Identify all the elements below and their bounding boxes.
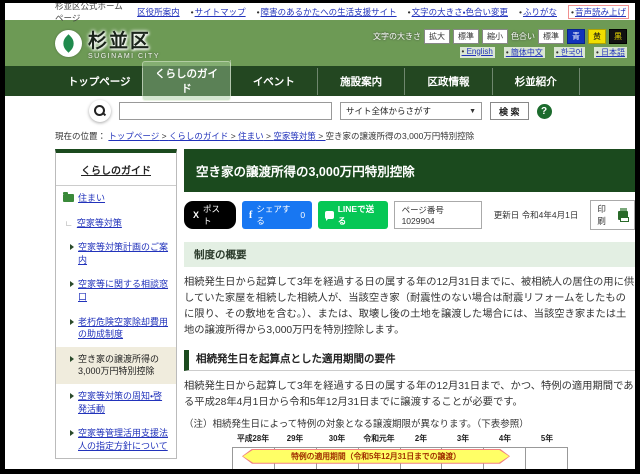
application-period-diagram: 平成28年 29年 30年 令和元年 2年 3年 4年 5年 特例の適用期間（令…: [232, 433, 568, 469]
search-icon[interactable]: [89, 100, 111, 122]
accessibility-controls: 文字の大きさ 拡大 標準 縮小 色合い 標準 青 黄 黒: [373, 28, 627, 44]
sidebar-item-demolition-subsidy[interactable]: 老朽危険空家除却費用の助成制度: [56, 310, 176, 347]
period-paragraph: 相続発生日から起算して3年を経過する日の属する年の12月31日まで、かつ、特例の…: [184, 380, 634, 408]
branch-icon: ∟: [65, 218, 73, 228]
support-site-link[interactable]: 障害のあるかたへの生活支援サイト: [257, 6, 397, 18]
breadcrumb-living-guide[interactable]: くらしのガイド: [169, 131, 238, 141]
lang-chinese-link[interactable]: 簡体中文: [503, 46, 545, 58]
hero-header: 杉並区 SUGINAMI CITY 文字の大きさ 拡大 標準 縮小 色合い 標準…: [5, 20, 635, 102]
lang-korean-link[interactable]: 한국어: [553, 46, 585, 58]
triangle-bullet-icon: [70, 281, 74, 288]
breadcrumb-top-page[interactable]: トップページ: [108, 131, 169, 141]
line-logo-icon: [325, 211, 334, 221]
sidebar-title[interactable]: くらしのガイド: [56, 153, 176, 186]
color-blue-button[interactable]: 青: [567, 28, 585, 44]
search-bar: サイト全体からさがす ▼ 検 索 ?: [5, 96, 635, 126]
font-enlarge-button[interactable]: 拡大: [424, 28, 450, 44]
line-share-button[interactable]: LINEで送る: [318, 201, 388, 229]
sidebar-item-support-corporation[interactable]: 空家等管理活用支援法人の指定方針について: [56, 421, 176, 458]
article-meta-row: X ポスト f シェアする 0 LINEで送る ページ番号1029904 更新日…: [184, 200, 635, 230]
triangle-bullet-icon: [70, 244, 74, 251]
sidebar-item-consultation[interactable]: 空家等に関する相談窓口: [56, 272, 176, 309]
sitemap-link[interactable]: サイトマップ: [191, 6, 246, 18]
lang-japanese-link[interactable]: 日本語: [593, 46, 627, 58]
chevron-down-icon: ▼: [469, 107, 476, 115]
search-help-icon[interactable]: ?: [536, 103, 552, 119]
facebook-share-count: 0: [300, 210, 306, 220]
furigana-link[interactable]: ふりがな: [519, 6, 557, 18]
font-size-label: 文字の大きさ: [373, 31, 421, 41]
overview-section-heading: 制度の概要: [184, 242, 635, 267]
color-standard-button[interactable]: 標準: [538, 28, 564, 44]
content-area: くらしのガイド 住まい ∟ 空家等対策 空家等対策計画のご案内 空家等に関する相…: [55, 149, 635, 469]
color-black-button[interactable]: 黒: [609, 28, 627, 44]
sidebar-item-capital-gains-deduction[interactable]: 空き家の譲渡所得の3,000万円特別控除: [56, 346, 176, 384]
nav-top-page[interactable]: トップページ: [55, 67, 144, 95]
page-title: 空き家の譲渡所得の3,000万円特別控除: [184, 149, 635, 192]
triangle-bullet-icon: [70, 318, 74, 325]
header-controls: 文字の大きさ 拡大 標準 縮小 色合い 標準 青 黄 黒 English 簡体中…: [373, 28, 627, 58]
breadcrumb: 現在の位置： トップページくらしのガイド住まい空家等対策空き家の譲渡所得の3,0…: [5, 126, 635, 145]
city-tagline: SUGINAMI CITY: [88, 53, 161, 60]
header-row: 杉並区 SUGINAMI CITY 文字の大きさ 拡大 標準 縮小 色合い 標準…: [5, 20, 635, 66]
color-label: 色合い: [511, 31, 535, 41]
nav-about-suginami[interactable]: 杉並紹介: [493, 67, 580, 95]
triangle-bullet-icon: [70, 355, 74, 362]
nav-facilities[interactable]: 施設案内: [318, 67, 406, 95]
note-paragraph: （注）相続発生日によって特例の対象となる譲渡期限が異なります。（下表参照）: [184, 418, 529, 430]
breadcrumb-prefix: 現在の位置：: [55, 131, 107, 141]
text-to-speech-link[interactable]: 音声読み上げ: [568, 4, 629, 19]
triangle-bullet-icon: [70, 430, 74, 437]
facebook-share-button[interactable]: f シェアする 0: [242, 201, 313, 229]
sidebar: くらしのガイド 住まい ∟ 空家等対策 空家等対策計画のご案内 空家等に関する相…: [55, 149, 177, 460]
print-button[interactable]: 印刷: [590, 200, 635, 230]
sidebar-item-housing[interactable]: 住まい: [56, 186, 176, 211]
font-shrink-button[interactable]: 縮小: [482, 28, 508, 44]
breadcrumb-current: 空き家の譲渡所得の3,000万円特別控除: [325, 131, 475, 141]
nav-events[interactable]: イベント: [231, 67, 318, 95]
main-article: 空き家の譲渡所得の3,000万円特別控除 X ポスト f シェアする 0 LIN…: [184, 149, 635, 469]
site-label: 杉並区公式ホームページ: [55, 3, 123, 23]
facebook-logo-icon: f: [249, 209, 253, 221]
nav-city-info[interactable]: 区政情報: [405, 67, 493, 95]
x-logo-icon: X: [193, 210, 200, 220]
screenshot-frame: 杉並区公式ホームページ 区役所案内 サイトマップ 障害のあるかたへの生活支援サイ…: [0, 0, 640, 474]
search-scope-select[interactable]: サイト全体からさがす ▼: [340, 102, 482, 120]
search-input[interactable]: [119, 102, 332, 120]
sidebar-item-vacant-house-measures[interactable]: ∟ 空家等対策: [56, 211, 176, 236]
application-period-banner: 特例の適用期間（令和5年12月31日までの譲渡）: [242, 449, 510, 464]
triangle-bullet-icon: [70, 392, 74, 399]
city-emblem-icon: [55, 29, 82, 57]
global-nav: トップページ くらしのガイド イベント 施設案内 区政情報 杉並紹介: [5, 60, 635, 102]
x-post-button[interactable]: X ポスト: [184, 201, 237, 229]
city-logo[interactable]: 杉並区 SUGINAMI CITY: [55, 26, 160, 60]
updated-date: 更新日 令和4年4月1日: [493, 210, 579, 220]
top-utility-bar: 杉並区公式ホームページ 区役所案内 サイトマップ 障害のあるかたへの生活支援サイ…: [5, 3, 635, 23]
overview-paragraph: 相続発生日から起算して3年を経過する日の属する年の12月31日までに、被相続人の…: [184, 277, 635, 336]
city-name: 杉並区: [88, 31, 152, 52]
breadcrumb-vacant-house[interactable]: 空家等対策: [273, 131, 325, 141]
search-button[interactable]: 検 索: [490, 102, 529, 120]
breadcrumb-housing[interactable]: 住まい: [238, 131, 273, 141]
language-links: English 簡体中文 한국어 日本語: [459, 46, 627, 58]
page: 杉並区公式ホームページ 区役所案内 サイトマップ 障害のあるかたへの生活支援サイ…: [5, 3, 635, 469]
text-size-color-link[interactable]: 文字の大きさ・色合い変更: [408, 6, 508, 18]
period-section-heading: 相続発生日を起算点とした適用期間の要件: [184, 349, 635, 371]
sidebar-item-measure-plan[interactable]: 空家等対策計画のご案内: [56, 235, 176, 272]
nav-living-guide[interactable]: くらしのガイド: [142, 60, 231, 102]
printer-icon: [617, 208, 630, 222]
folder-icon: [63, 192, 74, 202]
font-standard-button[interactable]: 標準: [453, 28, 479, 44]
lang-english-link[interactable]: English: [459, 46, 495, 58]
sidebar-item-awareness[interactable]: 空家等対策の周知・啓発活動: [56, 384, 176, 421]
timeline-year-labels: 平成28年 29年 30年 令和元年 2年 3年 4年 5年: [236, 433, 554, 443]
page-number-box: ページ番号1029904: [393, 201, 482, 229]
color-yellow-button[interactable]: 黄: [588, 28, 606, 44]
office-info-link[interactable]: 区役所案内: [137, 6, 180, 18]
